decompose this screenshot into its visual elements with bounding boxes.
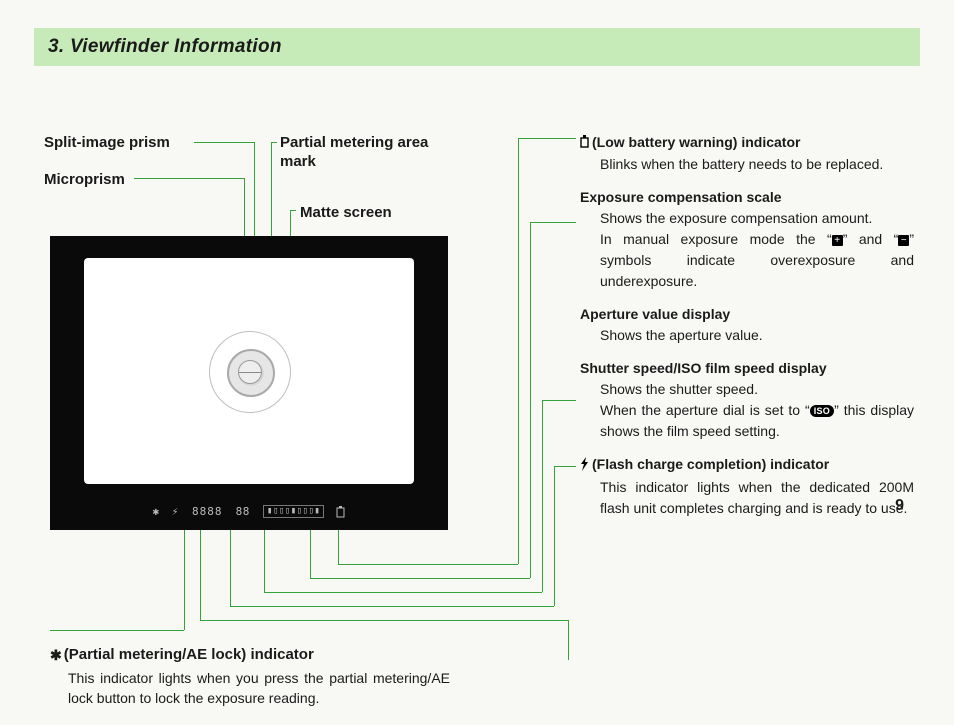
desc-shutter-text: Shows the shutter speed. When the apertu…: [600, 379, 914, 442]
section-title: 3. Viewfinder Information: [34, 28, 920, 66]
desc-flash-title: (Flash charge completion) indicator: [592, 456, 829, 472]
desc-ae-lock-indicator: ✱(Partial metering/AE lock) indicator Th…: [50, 646, 450, 709]
desc-exposure-comp-text: Shows the exposure compensation amount. …: [600, 208, 914, 292]
readout-aperture-digits: 88: [236, 505, 250, 518]
desc-exposure-compensation: Exposure compensation scale Shows the ex…: [580, 189, 914, 292]
text-fragment: Shows the shutter speed.: [600, 381, 758, 397]
viewfinder-readout: ✱ ⚡ 8888 88 ▮▯▯▯▮▯▯▯▮: [50, 505, 448, 519]
readout-exposure-scale: ▮▯▯▯▮▯▯▯▮: [263, 505, 324, 518]
label-microprism: Microprism: [44, 171, 125, 190]
matte-screen-area: [84, 258, 414, 484]
readout-flash-icon: ⚡: [172, 505, 179, 518]
desc-flash-charge: (Flash charge completion) indicator This…: [580, 456, 914, 519]
desc-flash-text: This indicator lights when the dedicated…: [600, 477, 914, 519]
minus-symbol-icon: −: [898, 235, 909, 246]
desc-aperture-text: Shows the aperture value.: [600, 325, 914, 346]
label-split-image-prism: Split-image prism: [44, 134, 170, 153]
split-image-circle: [238, 360, 262, 384]
desc-low-battery: (Low battery warning) indicator Blinks w…: [580, 134, 914, 175]
desc-low-battery-title: (Low battery warning) indicator: [592, 134, 800, 150]
text-fragment: Shows the exposure compensation amount.: [600, 210, 872, 226]
desc-shutter-speed: Shutter speed/ISO film speed display Sho…: [580, 360, 914, 442]
star-icon: ✱: [50, 647, 62, 664]
text-fragment: In manual exposure mode the “: [600, 231, 832, 247]
desc-shutter-title: Shutter speed/ISO film speed display: [580, 360, 914, 376]
text-fragment: ” and “: [843, 231, 899, 247]
text-fragment: When the aperture dial is set to “: [600, 402, 810, 418]
iso-symbol-icon: ISO: [810, 405, 834, 417]
viewfinder-diagram: ✱ ⚡ 8888 88 ▮▯▯▯▮▯▯▯▮: [50, 236, 448, 530]
plus-symbol-icon: +: [832, 235, 843, 246]
desc-ae-lock-title: (Partial metering/AE lock) indicator: [64, 646, 314, 663]
page-number: 9: [895, 497, 904, 515]
desc-exposure-comp-title: Exposure compensation scale: [580, 189, 782, 205]
desc-aperture-title: Aperture value display: [580, 306, 730, 322]
battery-icon: [580, 135, 589, 151]
label-partial-metering-area: Partial metering area mark: [280, 134, 430, 172]
desc-ae-lock-text: This indicator lights when you press the…: [68, 668, 450, 709]
readout-shutter-digits: 8888: [192, 505, 223, 518]
readout-battery-icon: [336, 505, 345, 518]
label-matte-screen: Matte screen: [300, 204, 392, 223]
desc-aperture-value: Aperture value display Shows the apertur…: [580, 306, 914, 346]
desc-low-battery-text: Blinks when the battery needs to be repl…: [600, 154, 914, 175]
readout-ae-lock-star: ✱: [153, 505, 160, 518]
flash-icon: [580, 457, 589, 474]
